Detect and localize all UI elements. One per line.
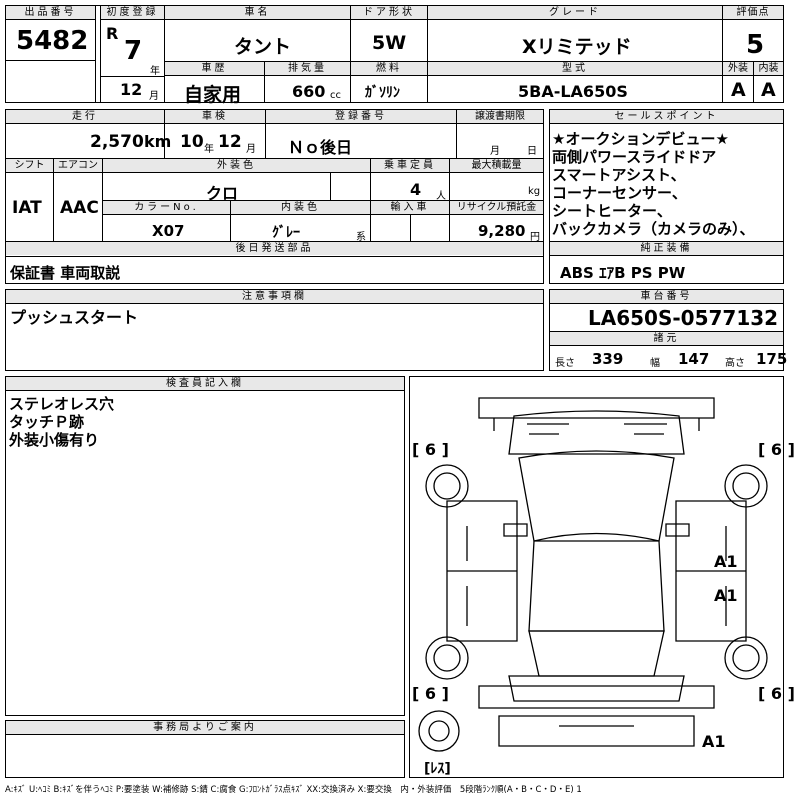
door-type: 5W <box>372 32 407 54</box>
shift-label: シフト <box>6 159 53 173</box>
load-unit: kg <box>528 186 541 197</box>
color-no-value: X07 <box>152 222 185 240</box>
fuel-label: 燃料 <box>351 62 427 76</box>
score-value: 5 <box>746 30 765 60</box>
inspection-label: 車検 <box>165 110 265 124</box>
height-label: 高さ <box>725 358 745 369</box>
width-label: 幅 <box>650 358 660 369</box>
reg-label: 初度登録 <box>101 6 164 20</box>
recycle-value: 9,280 <box>478 222 526 240</box>
width-value: 147 <box>678 350 710 368</box>
height-value: 175 <box>756 350 788 368</box>
transfer-day: 日 <box>527 146 537 157</box>
insp-year-unit: 年 <box>204 144 214 155</box>
fuel-value: ｶﾞｿﾘﾝ <box>365 85 400 101</box>
load-label: 最大積載量 <box>450 159 543 173</box>
inspector-label: 検査員記入欄 <box>6 377 404 391</box>
reg-month-unit: 月 <box>149 91 159 102</box>
ext-grade: A <box>731 79 746 101</box>
lot-number: 5482 <box>16 26 89 56</box>
history-label: 車歴 <box>165 62 264 76</box>
disp-unit: cc <box>330 90 341 101</box>
capacity-label: 乗車定員 <box>371 159 449 173</box>
length-value: 339 <box>592 350 624 368</box>
disp-label: 排気量 <box>265 62 350 76</box>
mileage-value: 2,570 <box>90 132 144 152</box>
sales-point-4: コーナーセンサー、 <box>552 184 687 202</box>
plate-label: 登録番号 <box>266 110 456 124</box>
chassis-value: LA650S-0577132 <box>588 306 779 330</box>
tire-front-left: [ 6 ] <box>412 440 449 459</box>
later-parts-label: 後日発送部品 <box>6 242 543 255</box>
sales-point-5: シートヒーター、 <box>552 202 672 220</box>
sales-point-6: バックカメラ（カメラのみ）、 <box>552 220 755 238</box>
ext-color-label: 外装色 <box>103 159 370 173</box>
color-no-label: カラーNo. <box>103 201 230 215</box>
int-color-value: ｸﾞﾚｰ <box>272 225 300 241</box>
tire-front-right: [ 6 ] <box>758 440 795 459</box>
reg-month: 12 <box>120 80 143 99</box>
grade-label: グレード <box>428 6 722 20</box>
reg-era: R <box>106 24 119 43</box>
displacement: 660 <box>292 82 326 101</box>
model-label: 型式 <box>428 62 722 76</box>
mileage-unit: km <box>144 132 172 151</box>
insp-month-unit: 月 <box>246 144 256 155</box>
shift-value: IAT <box>12 198 42 218</box>
model-value: 5BA-LA650S <box>518 82 628 101</box>
damage-mark-rear: A1 <box>702 732 726 751</box>
plate-value: Ｎｏ後日 <box>288 138 353 157</box>
equipment-value: ABS ｴｱB PS PW <box>560 264 686 282</box>
reg-year: 7 <box>124 36 143 66</box>
reg-year-unit: 年 <box>150 66 160 77</box>
later-parts-value: 保証書 車両取説 <box>10 264 121 282</box>
tire-rear-left: [ 6 ] <box>412 684 449 703</box>
notes-label: 注意事項欄 <box>6 290 543 304</box>
int-grade: A <box>761 79 776 101</box>
sales-point-2: 両側パワースライドドア <box>552 148 717 166</box>
transfer-month: 月 <box>490 146 500 157</box>
damage-mark-right-rear-door: A1 <box>714 586 738 605</box>
score-label: 評価点 <box>723 6 783 20</box>
mileage-label: 走行 <box>6 110 164 124</box>
notes-value: プッシュスタート <box>10 308 139 327</box>
int-grade-label: 内装 <box>754 62 783 76</box>
grade-value: Xリミテッド <box>522 36 632 58</box>
spare-tire-label: [ﾚｽ] <box>424 761 451 777</box>
int-color-label: 内装色 <box>231 201 370 215</box>
door-label: ドア形状 <box>351 6 427 20</box>
office-label: 事務局よりご案内 <box>6 721 404 735</box>
capacity-value: 4 <box>410 180 422 199</box>
damage-mark-right-front-door: A1 <box>714 552 738 571</box>
sales-point-3: スマートアシスト、 <box>552 166 686 184</box>
tire-rear-right: [ 6 ] <box>758 684 795 703</box>
sales-points-label: セールスポイント <box>550 110 783 124</box>
insp-month: 12 <box>218 132 242 152</box>
chassis-label: 車台番号 <box>550 290 783 304</box>
equipment-label: 純正装備 <box>550 242 783 256</box>
car-diagram <box>418 397 768 752</box>
transfer-label: 譲渡書期限 <box>457 110 543 124</box>
inspector-line-1: ステレオレス穴 <box>9 395 115 413</box>
lot-label: 出品番号 <box>6 6 95 20</box>
import-label: 輸入車 <box>371 201 449 215</box>
legend: A:ｷｽﾞ U:ﾍｺﾐ B:ｷｽﾞを伴うﾍｺﾐ P:要塗装 W:補修跡 S:錆 … <box>5 785 582 795</box>
recycle-label: リサイクル預託金 <box>450 201 543 215</box>
ac-label: エアコン <box>54 159 102 173</box>
insp-year: 10 <box>180 132 204 152</box>
inspector-line-3: 外装小傷有り <box>9 431 100 449</box>
length-label: 長さ <box>555 358 575 369</box>
inspector-line-2: タッチＰ跡 <box>9 413 85 431</box>
car-name: タント <box>234 36 292 58</box>
ac-value: AAC <box>60 198 99 218</box>
history-value: 自家用 <box>184 84 242 106</box>
ext-grade-label: 外装 <box>723 62 753 76</box>
dims-label: 諸元 <box>550 332 783 346</box>
sales-point-1: ★オークションデビュー★ <box>552 130 729 148</box>
car-name-label: 車名 <box>165 6 350 20</box>
